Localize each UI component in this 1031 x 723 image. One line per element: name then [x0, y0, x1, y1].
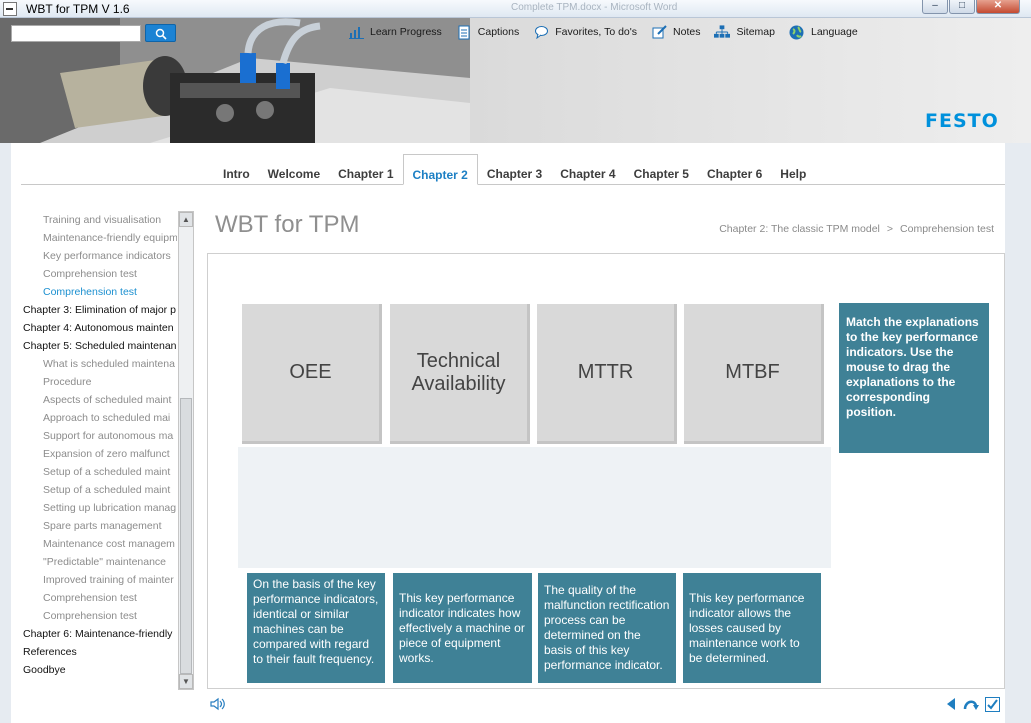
favorites-button[interactable]: Favorites, To do's — [533, 24, 637, 40]
kpi-target-oee[interactable]: OEE — [242, 304, 382, 444]
kpi-target-mttr[interactable]: MTTR — [537, 304, 677, 444]
sidebar-item[interactable]: Setting up lubrication manag — [21, 499, 177, 517]
search-button[interactable] — [145, 24, 176, 42]
tab-chapter-6[interactable]: Chapter 6 — [698, 154, 771, 185]
bar-chart-icon — [348, 24, 364, 40]
window-title: WBT for TPM V 1.6 — [26, 2, 130, 16]
sidebar-item[interactable]: Maintenance-friendly equipment — [21, 229, 177, 247]
search-icon — [155, 28, 167, 40]
kpi-target-technical-availability[interactable]: Technical Availability — [390, 304, 530, 444]
favorites-label: Favorites, To do's — [555, 26, 638, 38]
scrollbar-thumb[interactable] — [180, 398, 192, 674]
sidebar-item[interactable]: Maintenance cost managem — [21, 535, 177, 553]
drop-zone[interactable] — [238, 447, 831, 568]
language-label: Language — [810, 26, 858, 38]
toolbar: Learn Progress Captions Favorites, To do… — [348, 24, 858, 40]
sitemap-label: Sitemap — [736, 26, 775, 38]
tab-chapter-2[interactable]: Chapter 2 — [402, 154, 478, 185]
breadcrumb: Chapter 2: The classic TPM model > Compr… — [719, 223, 994, 235]
sidebar-item[interactable]: Setup of a scheduled maint — [21, 463, 177, 481]
speech-bubble-icon — [533, 24, 549, 40]
kpi-label: OEE — [289, 361, 332, 383]
sidebar-chapter[interactable]: Chapter 3: Elimination of major p — [21, 301, 177, 319]
background-window-title: Complete TPM.docx - Microsoft Word — [511, 2, 678, 13]
sidebar-item-current[interactable]: Comprehension test — [21, 283, 177, 301]
tab-intro[interactable]: Intro — [214, 154, 259, 185]
pencil-icon — [651, 24, 667, 40]
explanation-card-3[interactable]: The quality of the malfunction rectifica… — [538, 573, 676, 683]
sitemap-button[interactable]: Sitemap — [714, 24, 775, 40]
sidebar-item[interactable]: Expansion of zero malfunct — [21, 445, 177, 463]
close-button[interactable]: ✕ — [976, 0, 1020, 14]
title-bar: WBT for TPM V 1.6 Complete TPM.docx - Mi… — [0, 0, 1031, 18]
speaker-icon[interactable] — [209, 696, 227, 712]
sidebar-item[interactable]: Spare parts management — [21, 517, 177, 535]
sidebar-item[interactable]: Key performance indicators — [21, 247, 177, 265]
header-banner: Learn Progress Captions Favorites, To do… — [0, 18, 1031, 143]
page-title: WBT for TPM — [215, 211, 360, 238]
learn-progress-label: Learn Progress — [370, 26, 442, 38]
reload-icon[interactable] — [962, 696, 980, 712]
sidebar-toc: Training and visualisation Maintenance-f… — [21, 211, 177, 689]
check-answer-button[interactable] — [985, 697, 1000, 712]
explanation-card-2[interactable]: This key performance indicator indicates… — [393, 573, 532, 683]
captions-button[interactable]: Captions — [456, 24, 519, 40]
kpi-label-line2: Availability — [411, 372, 506, 395]
kpi-target-mtbf[interactable]: MTBF — [684, 304, 824, 444]
sitemap-icon — [714, 24, 731, 40]
sidebar-chapter[interactable]: Chapter 6: Maintenance-friendly — [21, 625, 177, 643]
chapter-nav: Intro Welcome Chapter 1 Chapter 2 Chapte… — [21, 154, 1005, 185]
sidebar-item[interactable]: What is scheduled maintena — [21, 355, 177, 373]
instruction-box: Match the explanations to the key perfor… — [839, 303, 989, 453]
sidebar-item[interactable]: Support for autonomous ma — [21, 427, 177, 445]
sidebar-item[interactable]: Comprehension test — [21, 607, 177, 625]
sidebar-item-references[interactable]: References — [21, 643, 177, 661]
sidebar-item[interactable]: Comprehension test — [21, 589, 177, 607]
sidebar-item[interactable]: Procedure — [21, 373, 177, 391]
scroll-down-arrow-icon[interactable]: ▼ — [179, 674, 193, 689]
sidebar-chapter[interactable]: Chapter 4: Autonomous mainten — [21, 319, 177, 337]
learn-progress-button[interactable]: Learn Progress — [348, 24, 442, 40]
sidebar-item[interactable]: Training and visualisation — [21, 211, 177, 229]
sidebar-scrollbar[interactable]: ▲ ▼ — [178, 211, 194, 690]
sidebar-item[interactable]: Improved training of mainter — [21, 571, 177, 589]
sidebar-item[interactable]: Aspects of scheduled maint — [21, 391, 177, 409]
scroll-up-arrow-icon[interactable]: ▲ — [179, 212, 193, 227]
breadcrumb-current: Comprehension test — [900, 223, 994, 235]
explanation-card-4[interactable]: This key performance indicator allows th… — [683, 573, 821, 683]
tab-help[interactable]: Help — [771, 154, 815, 185]
explanation-card-1[interactable]: On the basis of the key performance indi… — [247, 573, 385, 683]
festo-logo: FESTO — [925, 110, 999, 132]
minimize-button[interactable]: – — [922, 0, 948, 14]
tab-chapter-5[interactable]: Chapter 5 — [625, 154, 698, 185]
document-icon — [456, 24, 472, 40]
frame-left — [0, 143, 11, 723]
tab-chapter-1[interactable]: Chapter 1 — [329, 154, 402, 185]
checkmark-icon — [987, 699, 998, 710]
language-button[interactable]: Language — [789, 24, 858, 40]
kpi-label-line1: Technical — [416, 349, 501, 372]
sidebar-chapter[interactable]: Chapter 5: Scheduled maintenan — [21, 337, 177, 355]
globe-icon — [789, 24, 805, 40]
notes-button[interactable]: Notes — [651, 24, 700, 40]
sidebar-item-goodbye[interactable]: Goodbye — [21, 661, 177, 679]
kpi-label: MTBF — [725, 361, 780, 383]
tab-welcome[interactable]: Welcome — [259, 154, 329, 185]
sidebar-item[interactable]: Comprehension test — [21, 265, 177, 283]
kpi-label: MTTR — [577, 361, 634, 383]
frame-right — [1005, 143, 1031, 723]
sidebar-item[interactable]: Approach to scheduled mai — [21, 409, 177, 427]
notes-label: Notes — [673, 26, 701, 38]
search-input[interactable] — [11, 25, 141, 42]
sidebar-item[interactable]: Setup of a scheduled maint — [21, 481, 177, 499]
tab-chapter-3[interactable]: Chapter 3 — [478, 154, 551, 185]
captions-label: Captions — [477, 26, 520, 38]
breadcrumb-chapter[interactable]: Chapter 2: The classic TPM model — [719, 223, 880, 235]
maximize-button[interactable]: □ — [949, 0, 975, 14]
breadcrumb-separator: > — [886, 223, 894, 235]
sidebar-item[interactable]: "Predictable" maintenance — [21, 553, 177, 571]
back-arrow-icon[interactable] — [944, 697, 958, 711]
app-icon — [3, 2, 17, 16]
tab-chapter-4[interactable]: Chapter 4 — [551, 154, 624, 185]
